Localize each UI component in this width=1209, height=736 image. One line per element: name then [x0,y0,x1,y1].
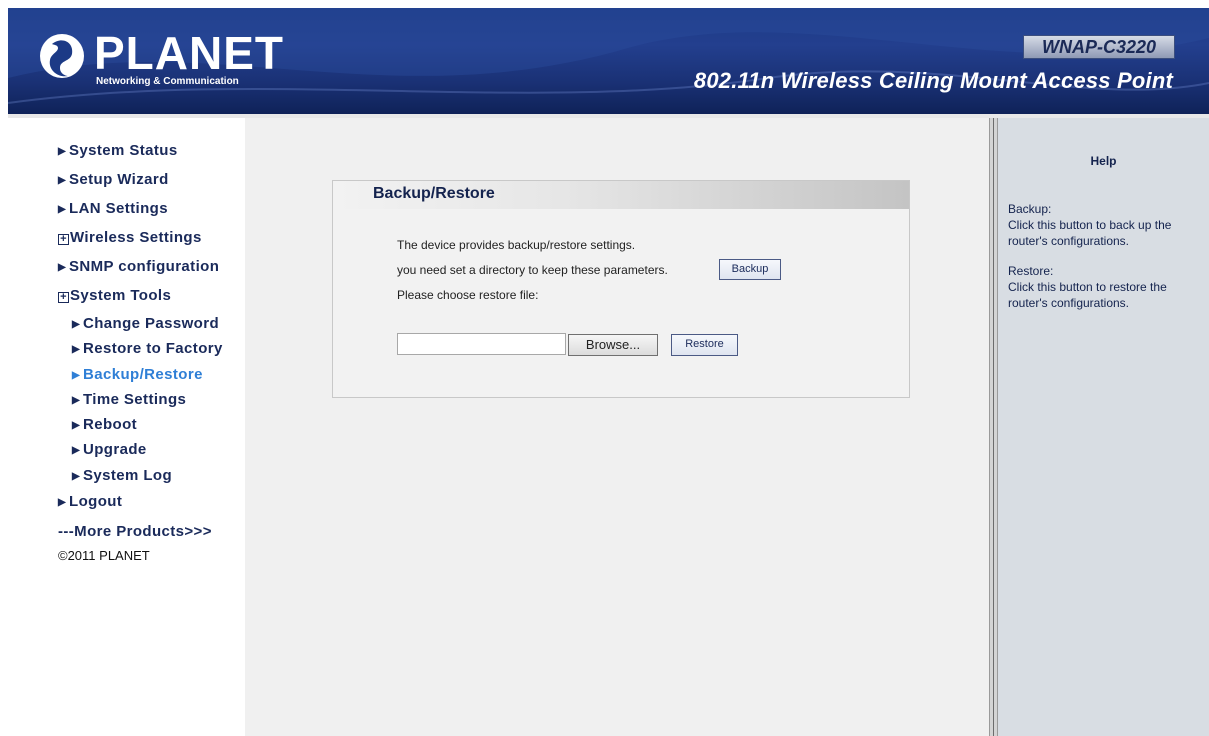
sidebar-item-lan-settings[interactable]: ▶ LAN Settings [58,198,248,227]
more-products-link[interactable]: ---More Products>>> [58,523,248,540]
sidebar-item-label: LAN Settings [69,200,168,217]
description-line-3: Please choose restore file: [397,288,539,302]
help-backup-heading: Backup: [1008,202,1052,216]
sidebar-item-snmp-configuration[interactable]: ▶ SNMP configuration [58,256,248,285]
backup-restore-panel: Backup/Restore The device provides backu… [332,180,910,398]
sidebar-item-system-status[interactable]: ▶ System Status [58,140,248,169]
planet-logo: PLANET Networking & Communication [32,28,283,92]
panel-header: Backup/Restore [333,181,909,209]
triangle-bullet-icon: ▶ [58,175,67,186]
page-title: Backup/Restore [373,185,495,202]
sidebar-subitem-backup-restore[interactable]: ▶ Backup/Restore [58,365,248,390]
sidebar: ▶ System Status ▶ Setup Wizard ▶ LAN Settin… [8,118,245,736]
sidebar-subitem-label: System Log [83,466,173,484]
triangle-bullet-icon: ▶ [58,497,67,509]
sidebar-subitem-label: Change Password [83,315,220,332]
triangle-bullet-icon: ▶ [72,344,81,356]
sidebar-subitem-label: Reboot [83,416,138,434]
sidebar-item-logout[interactable]: ▶ Logout [58,491,248,520]
triangle-bullet-icon: ▶ [72,369,81,381]
sidebar-item-system-tools[interactable]: + System Tools [58,285,248,314]
browse-button[interactable]: Browse... [568,334,658,356]
description-line-2: you need set a directory to keep these p… [397,263,668,277]
sidebar-subitem-upgrade[interactable]: ▶ Upgrade [58,440,248,465]
sidebar-subitem-change-password[interactable]: ▶ Change Password [58,314,248,339]
model-badge: WNAP-C3220 [1023,35,1175,59]
sidebar-nav: ▶ System Status ▶ Setup Wizard ▶ LAN Settin… [58,140,248,563]
sidebar-item-label: Logout [69,493,123,511]
sidebar-subitem-restore-to-factory[interactable]: ▶ Restore to Factory [58,339,248,364]
sidebar-subitem-reboot[interactable]: ▶ Reboot [58,415,248,440]
brand-name: PLANET [94,27,284,79]
help-restore-text: Click this button to restore the router'… [1008,280,1167,310]
backup-button[interactable]: Backup [719,259,781,280]
triangle-bullet-icon: ▶ [72,445,81,457]
triangle-bullet-icon: ▶ [58,146,67,157]
help-panel: Help Backup: Click this button to back u… [998,118,1209,736]
sidebar-item-label: SNMP configuration [69,258,220,275]
triangle-bullet-icon: ▶ [72,394,81,406]
description-line-1: The device provides backup/restore setti… [397,238,636,252]
triangle-bullet-icon: ▶ [72,420,81,432]
brand-tagline: Networking & Communication [96,76,239,87]
sidebar-subitem-label: Upgrade [83,441,147,459]
help-title: Help [1090,154,1117,168]
sidebar-subitem-time-settings[interactable]: ▶ Time Settings [58,390,248,415]
app-frame: PLANET Networking & Communication WNAP-C… [8,8,1209,736]
expand-plus-icon: + [58,234,69,245]
planet-logo-icon [40,34,84,78]
triangle-bullet-icon: ▶ [72,319,81,330]
sidebar-subitem-label: Time Settings [83,390,187,408]
sidebar-subitem-label: Restore to Factory [83,340,223,358]
sidebar-subitem-system-log[interactable]: ▶ System Log [58,466,248,491]
triangle-bullet-icon: ▶ [58,262,67,273]
sidebar-item-label: System Tools [70,287,172,304]
sidebar-item-setup-wizard[interactable]: ▶ Setup Wizard [58,169,248,198]
sidebar-item-label: System Status [69,142,178,159]
help-body: Backup: Click this button to back up the… [1008,201,1206,311]
sidebar-item-label: Wireless Settings [70,229,202,246]
restore-file-input[interactable] [397,333,566,355]
triangle-bullet-icon: ▶ [72,470,81,482]
product-title: 802.11n Wireless Ceiling Mount Access Po… [693,68,1173,93]
sidebar-item-label: Setup Wizard [69,171,169,188]
restore-button[interactable]: Restore [671,334,738,356]
copyright-text: ©2011 PLANET [58,548,150,564]
panel-divider [989,118,998,736]
main-content: Backup/Restore The device provides backu… [245,118,989,736]
header-banner: PLANET Networking & Communication WNAP-C… [8,8,1209,114]
sidebar-item-wireless-settings[interactable]: + Wireless Settings [58,227,248,256]
triangle-bullet-icon: ▶ [58,204,67,215]
help-spacer [1008,249,1206,263]
help-backup-text: Click this button to back up the router'… [1008,218,1172,248]
help-restore-heading: Restore: [1008,264,1054,278]
expand-plus-icon: + [58,292,69,303]
sidebar-subitem-label: Backup/Restore [83,365,203,383]
